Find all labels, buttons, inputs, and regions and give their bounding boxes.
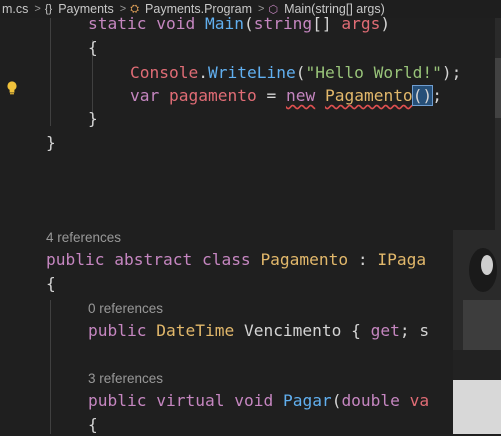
punct: (: [243, 14, 254, 33]
keyword: virtual: [156, 391, 225, 410]
codelens-references[interactable]: 0 references: [88, 300, 163, 318]
breadcrumb-file[interactable]: m.cs: [0, 2, 30, 16]
code-line: public virtual void Pagar(double va: [88, 390, 429, 412]
punct: (: [331, 391, 342, 410]
type-name: DateTime: [156, 321, 235, 340]
code-line: public abstract class Pagamento : IPaga: [46, 249, 426, 271]
keyword: public: [88, 391, 147, 410]
identifier: Vencimento: [243, 321, 342, 340]
keyword: new: [285, 86, 316, 105]
punct: :: [348, 250, 378, 269]
method-name: Main: [204, 14, 244, 33]
identifier: Console: [130, 63, 199, 82]
type-name: Pagamento: [260, 250, 349, 269]
punct: {: [341, 321, 371, 340]
string-literal: "Hello World!": [305, 63, 442, 82]
code-line: Console.WriteLine("Hello World!");: [130, 62, 461, 84]
webcam-overlay: [453, 230, 501, 434]
codelens-references[interactable]: 4 references: [46, 229, 121, 247]
chevron-right-icon: >: [34, 3, 41, 15]
identifier: pagamento: [169, 86, 257, 105]
code-line: {: [46, 274, 56, 293]
punct: []: [312, 14, 332, 33]
code-line: var pagamento = new Pagamento();: [130, 85, 442, 107]
punct: );: [441, 63, 462, 82]
keyword: string: [253, 14, 313, 33]
keyword: void: [234, 391, 274, 410]
keyword: get: [370, 321, 400, 340]
code-editor[interactable]: static void Main(string[] args) { Consol…: [0, 14, 501, 434]
punct: .: [198, 63, 208, 82]
type-name: IPaga: [377, 250, 427, 269]
keyword: abstract: [114, 250, 193, 269]
punct: (: [295, 63, 306, 82]
codelens-references[interactable]: 3 references: [88, 370, 163, 388]
keyword: public: [46, 250, 105, 269]
braces-icon: {}: [44, 3, 53, 15]
punct: ;: [432, 86, 442, 105]
keyword: class: [201, 250, 251, 269]
param-name: va: [399, 391, 430, 410]
method-name: Pagar: [282, 391, 332, 410]
code-line: }: [46, 133, 56, 152]
punct: ; s: [399, 321, 430, 340]
code-line: }: [88, 109, 98, 128]
method-name: WriteLine: [207, 63, 296, 82]
scrollbar-thumb[interactable]: [495, 58, 501, 118]
indent-guide: [50, 300, 51, 434]
param-name: args: [331, 14, 381, 33]
keyword: double: [341, 391, 400, 410]
indent-guide: [50, 18, 51, 126]
punct: =: [256, 86, 286, 105]
text-cursor[interactable]: (): [411, 85, 434, 106]
keyword: static: [88, 14, 147, 33]
type-name: Pagamento: [324, 86, 413, 105]
punct: ): [380, 14, 391, 33]
code-line: static void Main(string[] args): [88, 13, 390, 35]
keyword: public: [88, 321, 147, 340]
keyword: var: [130, 86, 160, 105]
webcam-image: [453, 230, 501, 434]
code-line: public DateTime Vencimento { get; s: [88, 320, 429, 342]
code-line: {: [88, 415, 98, 434]
keyword: void: [156, 14, 196, 33]
code-line: {: [88, 38, 98, 57]
